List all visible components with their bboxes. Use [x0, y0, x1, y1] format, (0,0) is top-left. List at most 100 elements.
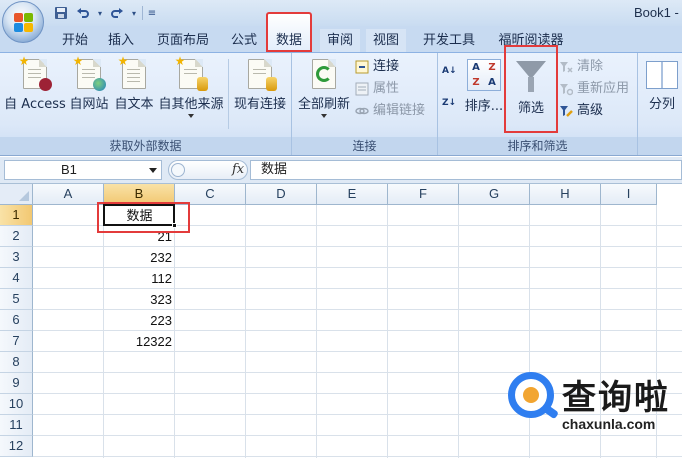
formula-bar: B1 fx 数据: [0, 157, 682, 184]
group-label-sort-filter: 排序和筛选: [438, 137, 637, 155]
b1-highlight-box: [97, 202, 190, 233]
row-header-11[interactable]: 11: [0, 415, 33, 436]
sort-dialog-icon: AZ ZA: [467, 59, 501, 91]
text-to-columns-button[interactable]: 分列: [642, 55, 682, 112]
tab-home[interactable]: 开始: [58, 29, 92, 52]
row-header-3[interactable]: 3: [0, 247, 33, 268]
cell-b4[interactable]: 112: [104, 268, 175, 289]
sort-descending-button[interactable]: Z↓: [442, 97, 458, 121]
column-header-f[interactable]: F: [388, 184, 459, 205]
advanced-filter-icon: [558, 103, 574, 119]
tab-view[interactable]: 视图: [366, 29, 406, 52]
star-icon: ★: [117, 54, 129, 68]
undo-icon[interactable]: [74, 5, 92, 22]
select-all-button[interactable]: [0, 184, 33, 205]
office-button[interactable]: [2, 1, 44, 43]
row-header-1[interactable]: 1: [0, 205, 33, 226]
gridline: [316, 205, 317, 458]
column-header-g[interactable]: G: [459, 184, 530, 205]
tab-formulas[interactable]: 公式: [226, 29, 262, 52]
row-header-10[interactable]: 10: [0, 394, 33, 415]
edit-links-button[interactable]: 编辑链接: [354, 101, 425, 120]
row-header-6[interactable]: 6: [0, 310, 33, 331]
row-header-4[interactable]: 4: [0, 268, 33, 289]
text-file-icon: ★: [118, 55, 146, 89]
cell-b3[interactable]: 232: [104, 247, 175, 268]
from-other-sources-button[interactable]: ★ 自其他来源: [156, 55, 226, 118]
existing-connections-icon: [248, 59, 277, 91]
cylinder-icon: [197, 77, 208, 91]
customize-icon[interactable]: ≡: [147, 5, 157, 22]
chevron-down-icon: [321, 114, 327, 118]
group-sort-filter: A↓ Z↓ AZ ZA 排序... 筛选 清除 重新应用 高级 排序和筛选: [438, 45, 638, 155]
database-icon: ★: [175, 55, 208, 91]
qat-separator: [142, 6, 143, 20]
gridline: [387, 205, 388, 458]
from-text-button[interactable]: ★ 自文本: [112, 55, 156, 112]
refresh-all-button[interactable]: 全部刷新: [296, 55, 352, 118]
column-header-d[interactable]: D: [246, 184, 317, 205]
name-box[interactable]: B1: [4, 160, 162, 180]
edit-links-label: 编辑链接: [373, 103, 426, 118]
cell-b6[interactable]: 223: [104, 310, 175, 331]
row-header-12[interactable]: 12: [0, 436, 33, 457]
advanced-button[interactable]: 高级: [558, 101, 603, 120]
undo-dropdown-icon[interactable]: ▾: [96, 5, 104, 22]
save-icon[interactable]: [52, 5, 70, 22]
ribbon: ★ 自 Access ★ 自网站 ★ 自文本 ★ 自其他来源 现有连接 获取外部…: [0, 45, 682, 156]
access-key-icon: [39, 78, 52, 91]
tab-developer[interactable]: 开发工具: [418, 29, 480, 52]
column-header-i[interactable]: I: [601, 184, 657, 205]
column-header-e[interactable]: E: [317, 184, 388, 205]
reapply-button[interactable]: 重新应用: [558, 79, 629, 98]
web-icon: ★: [73, 55, 106, 91]
workbook-title: Book1 -: [634, 5, 679, 20]
redo-dropdown-icon[interactable]: ▾: [130, 5, 138, 22]
tab-page-layout[interactable]: 页面布局: [152, 29, 214, 52]
ribbon-tabs: 开始 插入 页面布局 公式 数据 审阅 视图 开发工具 福昕阅读器: [0, 12, 682, 53]
chain-link-icon: [354, 103, 370, 119]
sort-ascending-icon: A↓: [442, 66, 457, 76]
office-logo-icon: [14, 13, 34, 33]
group-connections: 全部刷新 连接 属性 编辑链接 连接: [292, 53, 438, 155]
formula-controls: fx: [168, 160, 248, 180]
from-access-button[interactable]: ★ 自 Access: [4, 55, 66, 112]
tab-review[interactable]: 审阅: [320, 29, 360, 52]
redo-icon[interactable]: [108, 5, 126, 22]
filter-label: 筛选: [517, 101, 544, 116]
funnel-icon: [516, 59, 546, 93]
row-header-7[interactable]: 7: [0, 331, 33, 352]
filter-button[interactable]: 筛选: [508, 55, 554, 116]
formula-input[interactable]: 数据: [250, 160, 682, 180]
existing-connections-button[interactable]: 现有连接: [230, 55, 290, 112]
chevron-down-icon[interactable]: [149, 168, 157, 173]
row-header-2[interactable]: 2: [0, 226, 33, 247]
sort-button[interactable]: AZ ZA 排序...: [462, 55, 506, 114]
clear-button[interactable]: 清除: [558, 57, 603, 76]
row-header-8[interactable]: 8: [0, 352, 33, 373]
tab-insert[interactable]: 插入: [104, 29, 138, 52]
column-header-a[interactable]: A: [33, 184, 104, 205]
properties-button[interactable]: 属性: [354, 79, 399, 98]
sort-label: 排序...: [464, 99, 504, 114]
tab-data[interactable]: 数据: [266, 12, 312, 52]
sort-ascending-button[interactable]: A↓: [442, 65, 458, 89]
expand-handle-icon[interactable]: [171, 163, 185, 177]
text-to-columns-label: 分列: [648, 97, 675, 112]
advanced-label: 高级: [577, 103, 604, 118]
row-header-5[interactable]: 5: [0, 289, 33, 310]
globe-icon: [93, 78, 106, 91]
cell-b5[interactable]: 323: [104, 289, 175, 310]
column-header-h[interactable]: H: [530, 184, 601, 205]
from-web-button[interactable]: ★ 自网站: [66, 55, 112, 112]
quick-access-toolbar: ▾ ▾ ≡: [52, 4, 157, 22]
cylinder-icon: [266, 77, 277, 91]
insert-function-button[interactable]: fx: [232, 162, 244, 177]
row-header-9[interactable]: 9: [0, 373, 33, 394]
connections-button[interactable]: 连接: [354, 57, 399, 76]
cell-b7[interactable]: 12322: [104, 331, 175, 352]
chevron-down-icon: [188, 114, 194, 118]
reapply-icon: [558, 81, 574, 97]
star-icon: ★: [18, 54, 30, 68]
group-label-data-tools: [638, 137, 682, 155]
